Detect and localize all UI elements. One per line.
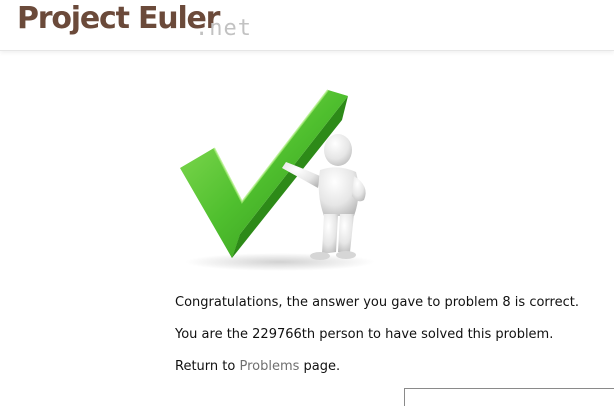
return-suffix: page. [299,359,341,374]
site-header: Project Euler .net [0,0,614,51]
checkmark-with-figure-icon [180,89,375,271]
logo-suffix: .net [195,16,252,41]
return-message: Return to Problems page. [175,359,340,374]
site-logo[interactable]: Project Euler .net [17,0,277,50]
congratulations-message: Congratulations, the answer you gave to … [175,295,579,310]
return-prefix: Return to [175,359,240,374]
correct-answer-image [170,84,380,274]
problems-link[interactable]: Problems [239,359,299,374]
logo-title: Project Euler [17,1,220,36]
solver-count-message: You are the 229766th person to have solv… [175,327,554,342]
footer-box [404,388,614,406]
